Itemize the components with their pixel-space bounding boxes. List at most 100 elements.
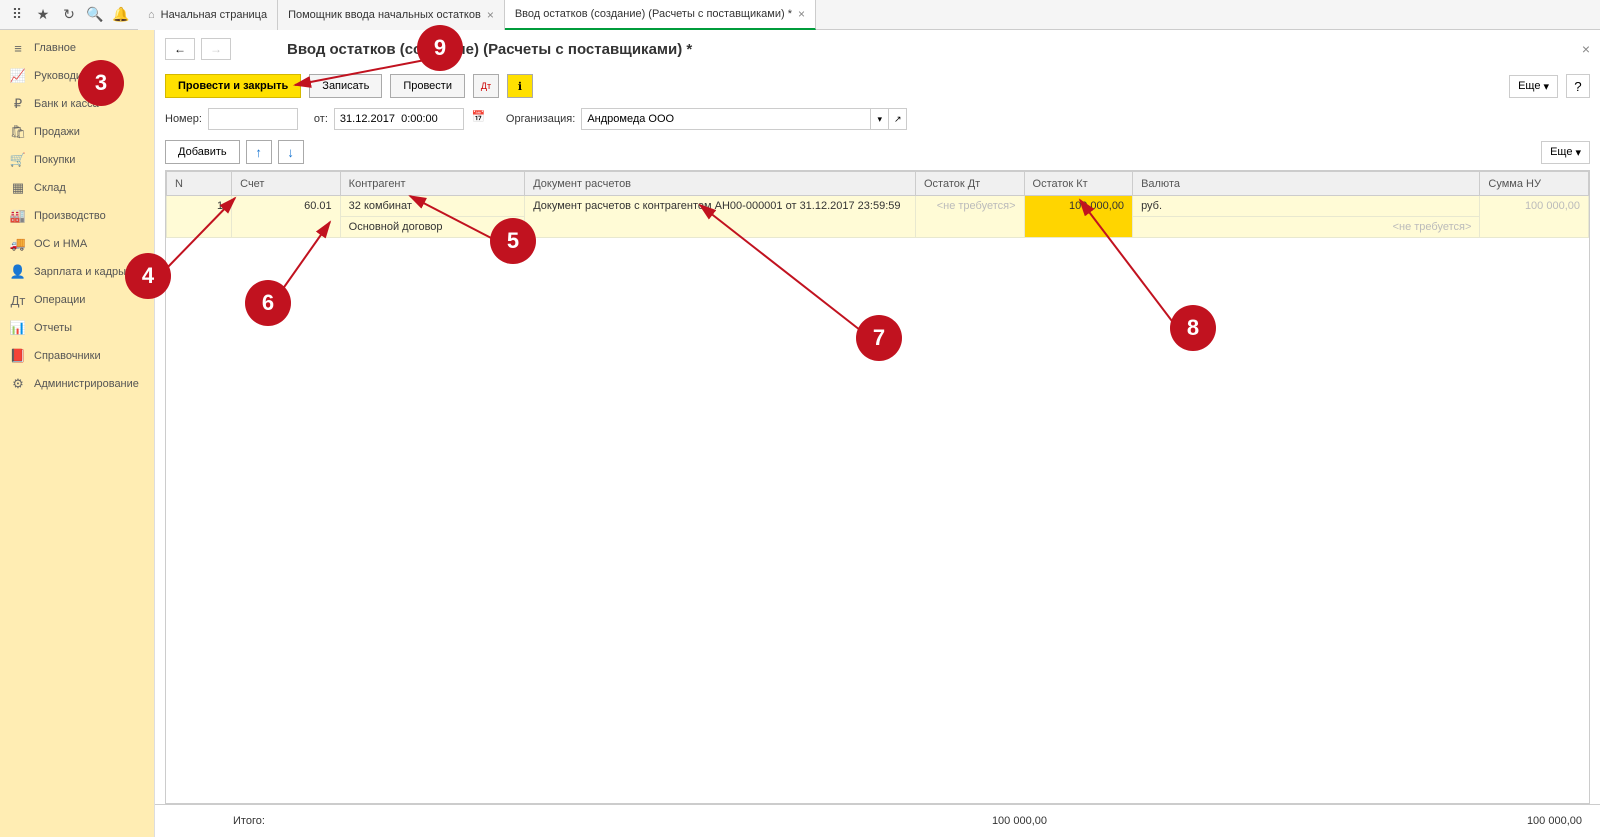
header-kt[interactable]: Остаток Кт	[1024, 172, 1133, 196]
sidebar-item-bank[interactable]: ₽Банк и касса	[0, 90, 154, 118]
number-label: Номер:	[165, 113, 202, 125]
org-open-button[interactable]: ↗	[889, 108, 907, 130]
cell-n[interactable]: 1	[167, 196, 232, 238]
bars-icon: 📊	[10, 320, 26, 336]
top-icon-group: ⠿ ★ ↻ 🔍 🔔	[0, 3, 138, 27]
person-icon: 👤	[10, 264, 26, 280]
cell-nu[interactable]: 100 000,00	[1480, 196, 1589, 238]
sidebar-item-references[interactable]: 📕Справочники	[0, 342, 154, 370]
more-button[interactable]: Еще ▾	[1509, 75, 1558, 98]
footer-row: Итого: 100 000,00 100 000,00	[155, 804, 1600, 837]
factory-icon: 🏭	[10, 208, 26, 224]
sidebar-item-warehouse[interactable]: ▦Склад	[0, 174, 154, 202]
header-counterparty[interactable]: Контрагент	[340, 172, 525, 196]
from-label: от:	[314, 113, 328, 125]
sidebar-item-operations[interactable]: Дт Операции	[0, 286, 154, 314]
command-bar: Провести и закрыть Записать Провести Дт …	[155, 68, 1600, 104]
bell-icon[interactable]: 🔔	[109, 3, 133, 27]
table-toolbar: Добавить ↑ ↓ Еще ▾	[155, 134, 1600, 170]
calendar-icon[interactable]: 📅	[472, 110, 490, 128]
tab-bar: ⌂ Начальная страница Помощник ввода нача…	[138, 0, 1600, 30]
data-grid[interactable]: N Счет Контрагент Документ расчетов Оста…	[166, 171, 1589, 238]
book-icon: 📕	[10, 348, 26, 364]
page-title: Ввод остатков (создание) (Расчеты с пост…	[287, 41, 692, 58]
bag-icon: 🛍	[10, 124, 26, 140]
org-dropdown-button[interactable]: ▾	[871, 108, 889, 130]
total-nu: 100 000,00	[1375, 811, 1590, 831]
sidebar-item-label: Отчеты	[34, 322, 72, 334]
cell-contract[interactable]: Основной договор	[340, 217, 525, 238]
close-icon[interactable]: ×	[487, 8, 494, 22]
post-button[interactable]: Провести	[390, 74, 465, 98]
sidebar-item-main[interactable]: ≡ Главное	[0, 34, 154, 62]
chevron-down-icon: ▾	[1575, 146, 1581, 159]
sidebar-item-label: Зарплата и кадры	[34, 266, 126, 278]
org-label: Организация:	[506, 113, 575, 125]
sidebar-item-label: ОС и НМА	[34, 238, 87, 250]
dt-kt-button[interactable]: Дт	[473, 74, 499, 98]
save-button[interactable]: Записать	[309, 74, 382, 98]
tab-current[interactable]: Ввод остатков (создание) (Расчеты с пост…	[505, 0, 816, 30]
tab-home[interactable]: ⌂ Начальная страница	[138, 0, 278, 30]
table-row[interactable]: 1 60.01 32 комбинат Документ расчетов с …	[167, 196, 1589, 217]
cell-cur-ph[interactable]: <не требуется>	[1133, 217, 1480, 238]
close-icon[interactable]: ×	[798, 7, 805, 21]
info-button[interactable]: ℹ	[507, 74, 533, 98]
cell-dt[interactable]: <не требуется>	[915, 196, 1024, 238]
sidebar-item-label: Главное	[34, 42, 76, 54]
sidebar-item-admin[interactable]: ⚙Администрирование	[0, 370, 154, 398]
sidebar-item-reports[interactable]: 📊 Отчеты	[0, 314, 154, 342]
header-dt[interactable]: Остаток Дт	[915, 172, 1024, 196]
total-label: Итого:	[225, 811, 325, 831]
org-input[interactable]	[581, 108, 871, 130]
table-wrap: N Счет Контрагент Документ расчетов Оста…	[165, 170, 1590, 804]
sidebar-item-purchases[interactable]: 🛒Покупки	[0, 146, 154, 174]
sidebar-item-production[interactable]: 🏭 Производство	[0, 202, 154, 230]
form-row: Номер: от: 📅 Организация: ▾ ↗	[155, 104, 1600, 134]
sidebar-item-assets[interactable]: 🚚ОС и НМА	[0, 230, 154, 258]
close-page-button[interactable]: ×	[1582, 41, 1590, 57]
content-area: ← → Ввод остатков (создание) (Расчеты с …	[155, 30, 1600, 837]
apps-icon[interactable]: ⠿	[5, 3, 29, 27]
tab-helper[interactable]: Помощник ввода начальных остатков ×	[278, 0, 505, 30]
header-account[interactable]: Счет	[232, 172, 341, 196]
move-down-button[interactable]: ↓	[278, 140, 304, 164]
ruble-icon: ₽	[10, 96, 26, 112]
sidebar-item-salary[interactable]: 👤 Зарплата и кадры	[0, 258, 154, 286]
cell-kt[interactable]: 100 000,00	[1024, 196, 1133, 238]
top-toolbar: ⠿ ★ ↻ 🔍 🔔 ⌂ Начальная страница Помощник …	[0, 0, 1600, 30]
sidebar-item-label: Продажи	[34, 126, 80, 138]
sidebar-item-label: Администрирование	[34, 378, 139, 390]
sidebar-item-manager[interactable]: 📈Руководителю	[0, 62, 154, 90]
add-button[interactable]: Добавить	[165, 140, 240, 164]
cell-account[interactable]: 60.01	[232, 196, 341, 238]
header-currency[interactable]: Валюта	[1133, 172, 1480, 196]
header-n[interactable]: N	[167, 172, 232, 196]
sidebar-item-label: Руководителю	[34, 70, 107, 82]
grid-icon: ▦	[10, 180, 26, 196]
post-and-close-button[interactable]: Провести и закрыть	[165, 74, 301, 98]
date-input[interactable]	[334, 108, 464, 130]
number-input[interactable]	[208, 108, 298, 130]
sidebar-item-sales[interactable]: 🛍 Продажи	[0, 118, 154, 146]
cell-doc[interactable]: Документ расчетов с контрагентом АН00-00…	[525, 196, 916, 238]
back-button[interactable]: ←	[165, 38, 195, 60]
help-button[interactable]: ?	[1566, 74, 1590, 98]
header-nu[interactable]: Сумма НУ	[1480, 172, 1589, 196]
sidebar: ≡ Главное 📈Руководителю ₽Банк и касса 🛍 Пр…	[0, 30, 155, 837]
menu-icon: ≡	[10, 40, 26, 56]
move-up-button[interactable]: ↑	[246, 140, 272, 164]
table-more-button[interactable]: Еще ▾	[1541, 141, 1590, 164]
star-icon[interactable]: ★	[31, 3, 55, 27]
forward-button[interactable]: →	[201, 38, 231, 60]
sidebar-item-label: Производство	[34, 210, 106, 222]
cell-currency[interactable]: руб.	[1133, 196, 1480, 217]
header-doc[interactable]: Документ расчетов	[525, 172, 916, 196]
tab-label: Ввод остатков (создание) (Расчеты с пост…	[515, 8, 792, 20]
dt-icon: Дт	[10, 292, 26, 308]
sidebar-item-label: Покупки	[34, 154, 75, 166]
cell-counterparty[interactable]: 32 комбинат	[340, 196, 525, 217]
sidebar-item-label: Операции	[34, 294, 85, 306]
history-icon[interactable]: ↻	[57, 3, 81, 27]
search-icon[interactable]: 🔍	[83, 3, 107, 27]
